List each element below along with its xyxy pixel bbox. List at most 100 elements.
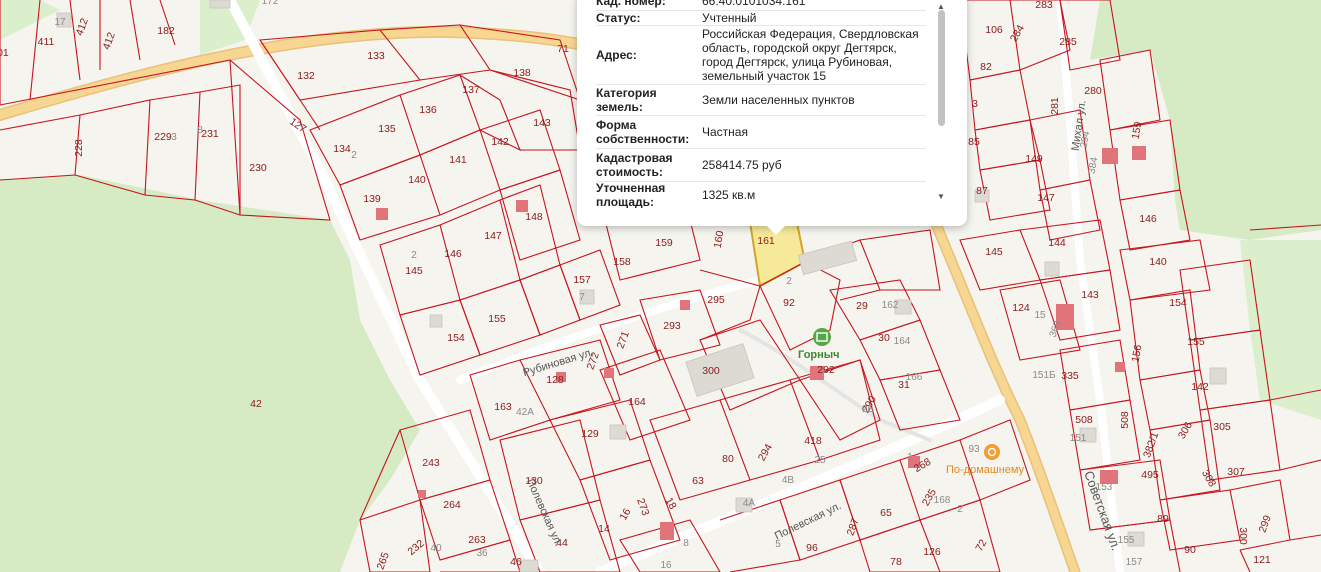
plot-number: 147: [1037, 192, 1055, 204]
building-number: 2: [351, 150, 357, 161]
plot-number: 281: [1049, 97, 1061, 115]
plot-number: 128: [546, 374, 564, 386]
building-number: 36: [476, 548, 488, 559]
building-number: 93: [968, 444, 980, 455]
plot-number: 243: [422, 457, 440, 469]
building-number: 4А: [743, 498, 756, 509]
plot-number: 129: [581, 428, 599, 440]
building-number: 1: [907, 452, 913, 463]
building-number: 8: [197, 125, 203, 136]
plot-number: 133: [367, 50, 385, 62]
building-number: 7: [579, 292, 585, 303]
plot-number: 159: [655, 237, 673, 249]
plot-number: 145: [405, 265, 423, 277]
parcel-info-row: Уточненная площадь: 1325 кв.м: [596, 182, 926, 208]
plot-number: 231: [201, 128, 219, 140]
parcel-info-value: Земли населенных пунктов: [702, 93, 855, 107]
plot-number: 142: [1191, 381, 1209, 393]
building-number: 151: [1070, 433, 1087, 444]
building-number: 2Б: [862, 404, 875, 415]
plot-number: 46: [510, 556, 522, 568]
plot-number: 182: [157, 25, 175, 37]
plot-number: 80: [722, 453, 734, 465]
parcel-info-label: Кад. номер:: [596, 0, 666, 8]
plot-number: 230: [249, 162, 267, 174]
plot-number: 140: [408, 174, 426, 186]
plot-number: 136: [419, 104, 437, 116]
building-number: 157: [1126, 557, 1143, 568]
building-number: 8: [683, 538, 689, 549]
building-number: 162: [882, 300, 899, 311]
building-number: 2: [957, 504, 963, 515]
plot-number: 157: [573, 274, 591, 286]
plot-number: 146: [1139, 213, 1157, 225]
plot-number: 495: [1141, 469, 1159, 481]
plot-number: 164: [628, 396, 646, 408]
plot-number: 280: [1084, 85, 1102, 97]
plot-number: 85: [968, 136, 980, 148]
plot-number: 508: [1075, 414, 1093, 426]
plot-number: 155: [1187, 336, 1205, 348]
parcel-info-row: Кадастровая стоимость: 258414.75 руб: [596, 149, 926, 182]
plot-number: 82: [980, 61, 992, 73]
building-number: 3: [171, 132, 177, 143]
plot-number: 42: [250, 398, 262, 410]
parcel-info-table: Кад. номер: 66:40:0101034:161 Статус: Учтен…: [596, 0, 926, 208]
scrollbar-thumb[interactable]: [938, 10, 945, 126]
plot-number: 147: [484, 230, 502, 242]
plot-number: 14: [598, 523, 610, 535]
parcel-info-value: Учтенный: [702, 11, 757, 25]
building-number: 172: [262, 0, 279, 7]
parcel-info-label: Кадастровая стоимость:: [596, 151, 673, 179]
plot-number: 295: [707, 294, 725, 306]
plot-number: 335: [1061, 370, 1079, 382]
plot-number: 90: [1184, 544, 1196, 556]
popup-pointer: [767, 226, 785, 235]
parcel-info-label: Категория земель:: [596, 86, 657, 114]
parcel-info-row: Статус: Учтенный: [596, 11, 926, 26]
parcel-info-row: Форма собственности: Частная: [596, 116, 926, 149]
parcel-info-row: Кад. номер: 66:40:0101034:161: [596, 0, 926, 11]
plot-number: 143: [533, 117, 551, 129]
parcel-info-row: Категория земель: Земли населенных пункто…: [596, 85, 926, 116]
plot-number: 71: [557, 43, 569, 55]
plot-number: 300: [1237, 527, 1249, 545]
plot-number: 161: [757, 235, 775, 247]
popup-scrollbar[interactable]: ▲ ▼: [937, 2, 945, 201]
plot-number: 139: [363, 193, 381, 205]
plot-number: 264: [443, 499, 461, 511]
plot-number: 96: [806, 542, 818, 554]
parcel-info-value: 1325 кв.м: [702, 188, 756, 202]
plot-number: 135: [378, 123, 396, 135]
plot-number: 154: [1169, 297, 1187, 309]
building-number: 17: [54, 17, 66, 28]
plot-number: 158: [613, 256, 631, 268]
plot-number: 3: [972, 98, 978, 110]
plot-number: 142: [491, 136, 509, 148]
parcel-info-popup[interactable]: Кад. номер: 66:40:0101034:161 Статус: Учтен…: [577, 0, 967, 235]
plot-number: 126: [923, 546, 941, 558]
plot-number: 418: [804, 435, 822, 447]
plot-number: 30: [878, 332, 890, 344]
building-number: 15: [1034, 310, 1046, 321]
building-number: 164: [894, 336, 911, 347]
plot-number: 106: [985, 24, 1003, 36]
plot-number: 138: [513, 67, 531, 79]
scroll-down-icon[interactable]: ▼: [937, 192, 945, 201]
parcel-info-row: Адрес: Российская Федерация, Свердловская…: [596, 26, 926, 85]
plot-number: 141: [449, 154, 467, 166]
plot-number: 154: [447, 332, 465, 344]
plot-number: 292: [817, 364, 835, 376]
plot-number: 145: [985, 246, 1003, 258]
building-number: 166: [906, 372, 923, 383]
plot-number: 228: [73, 139, 85, 157]
parcel-info-value: 258414.75 руб: [702, 158, 782, 172]
plot-number: 155: [488, 313, 506, 325]
grocery-icon: [813, 328, 831, 346]
building-number: 2: [411, 250, 417, 261]
plot-number: 163: [494, 401, 512, 413]
parcel-info-label: Статус:: [596, 11, 641, 25]
plot-number: 78: [890, 556, 902, 568]
plot-number: 148: [525, 211, 543, 223]
building-number: 16: [660, 560, 672, 571]
